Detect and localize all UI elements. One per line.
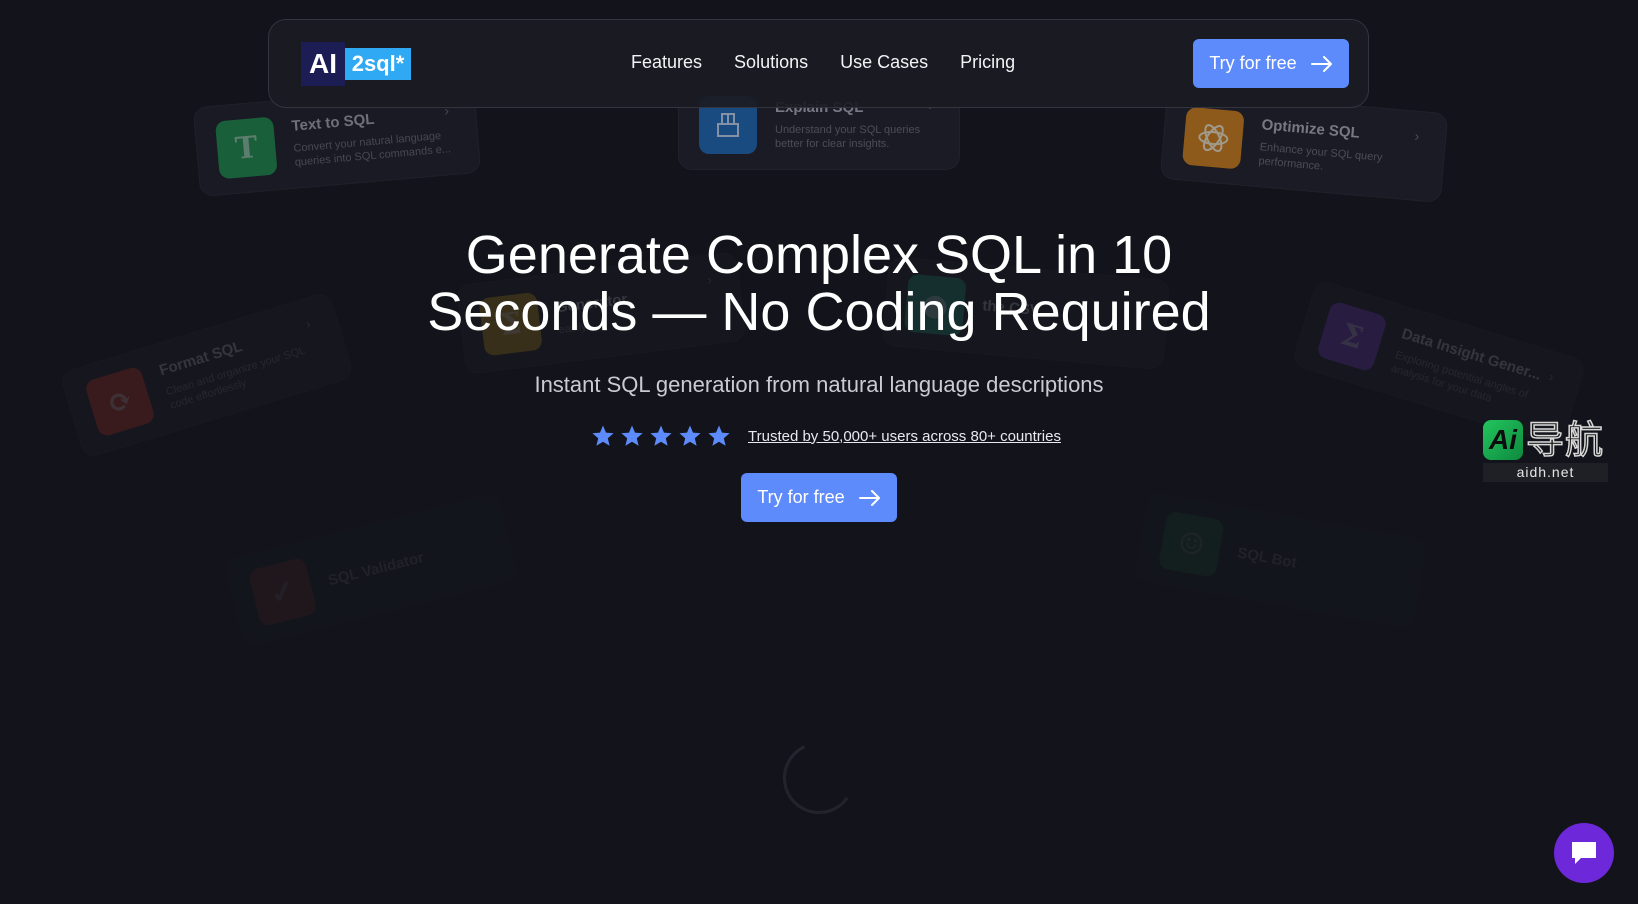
hero-title-line-1: Generate Complex SQL in 10 [465, 225, 1173, 285]
arrow-right-icon [1310, 55, 1332, 72]
feature-card-sql-validator: ✓ SQL Validator [223, 492, 519, 648]
feature-card-sql-bot: ☺ SQL Bot [1134, 491, 1428, 629]
hero-try-for-free-button[interactable]: Try for free [741, 473, 897, 522]
badge-url: aidh.net [1483, 463, 1608, 482]
top-navbar: AI 2sql* Features Solutions Use Cases Pr… [268, 19, 1369, 108]
atom-icon [1181, 106, 1245, 170]
button-label: Try for free [1209, 53, 1297, 73]
logo-sql-mark: 2sql* [345, 48, 411, 80]
text-to-sql-icon: T [214, 116, 278, 180]
loading-spinner-arc [777, 736, 861, 820]
button-label: Try for free [757, 487, 845, 507]
bot-icon: ☺ [1157, 510, 1225, 578]
star-icon [592, 425, 614, 446]
logo-ai-mark: AI [301, 42, 345, 86]
hero-subtitle: Instant SQL generation from natural lang… [534, 372, 1104, 397]
nav-link-solutions[interactable]: Solutions [734, 52, 808, 73]
hero-title: Generate Complex SQL in 10 Seconds — No … [0, 227, 1638, 341]
aidh-watermark-badge: Ai 导航 aidh.net [1483, 419, 1608, 482]
nav-links: Features Solutions Use Cases Pricing [631, 52, 1047, 73]
star-icon [621, 425, 643, 446]
nav-link-features[interactable]: Features [631, 52, 702, 73]
star-icon [650, 425, 672, 446]
trust-text[interactable]: Trusted by 50,000+ users across 80+ coun… [748, 428, 1061, 445]
card-title: SQL Validator [326, 548, 426, 589]
hero-title-line-2: Seconds — No Coding Required [427, 282, 1211, 342]
arrow-right-icon [858, 489, 880, 506]
card-description: Enhance your SQL query performance. [1258, 140, 1383, 173]
badge-ai-logo: Ai [1483, 420, 1523, 460]
badge-chinese-text: 导航 [1525, 418, 1605, 462]
nav-try-for-free-button[interactable]: Try for free [1193, 39, 1349, 88]
rating-row: Trusted by 50,000+ users across 80+ coun… [591, 424, 1061, 448]
nav-link-pricing[interactable]: Pricing [960, 52, 1015, 73]
chat-widget-button[interactable] [1554, 823, 1614, 883]
nav-link-use-cases[interactable]: Use Cases [840, 52, 928, 73]
brand-logo[interactable]: AI 2sql* [301, 42, 411, 86]
star-icon [679, 425, 701, 446]
chat-bubble-icon [1572, 842, 1596, 864]
card-title: SQL Bot [1236, 543, 1298, 572]
star-icon [708, 425, 730, 446]
card-description: Understand your SQL queries better for c… [775, 123, 921, 150]
card-description: Convert your natural language queries in… [293, 129, 452, 169]
check-icon: ✓ [247, 556, 318, 628]
